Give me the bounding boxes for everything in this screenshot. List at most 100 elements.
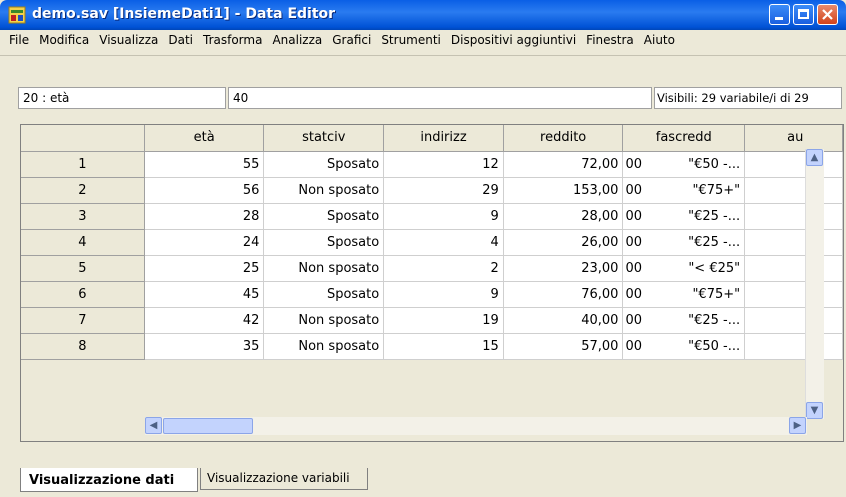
horizontal-scrollbar[interactable]: ◀ ▶ [145, 417, 807, 435]
cell-fascredd[interactable]: 00 "€25 -... [622, 229, 746, 256]
column-header-fascredd[interactable]: fascredd [622, 125, 746, 152]
cell-reddito[interactable]: 28,00 [503, 203, 624, 230]
chevron-down-icon: ▼ [810, 405, 819, 416]
cell-eta[interactable]: 25 [144, 255, 265, 282]
menu-analizza[interactable]: Analizza [267, 30, 327, 47]
cell-reddito[interactable]: 72,00 [503, 151, 624, 178]
scroll-down-button[interactable]: ▼ [806, 402, 823, 419]
cell-indirizz[interactable]: 12 [383, 151, 504, 178]
cell-statciv[interactable]: Non sposato [263, 333, 385, 360]
menu-modifica[interactable]: Modifica [34, 30, 94, 47]
menu-finestra[interactable]: Finestra [581, 30, 639, 47]
cell-indirizz[interactable]: 2 [383, 255, 504, 282]
table-row[interactable]: 6 45 Sposato 9 76,00 00 "€75+" [21, 281, 843, 308]
chevron-left-icon: ◀ [149, 420, 158, 431]
vertical-scrollbar[interactable]: ▲ ▼ [805, 149, 824, 419]
column-header-reddito[interactable]: reddito [503, 125, 624, 152]
cell-eta[interactable]: 45 [144, 281, 265, 308]
cell-reddito[interactable]: 26,00 [503, 229, 624, 256]
cell-fascredd[interactable]: 00 "€25 -... [622, 203, 746, 230]
menu-dati[interactable]: Dati [163, 30, 198, 47]
cell-au[interactable] [744, 177, 843, 204]
cell-fascredd[interactable]: 00 "€75+" [622, 177, 746, 204]
row-header[interactable]: 1 [21, 151, 145, 178]
cell-au[interactable] [744, 333, 843, 360]
cell-indirizz[interactable]: 9 [383, 281, 504, 308]
cell-statciv[interactable]: Sposato [263, 151, 385, 178]
cell-reddito[interactable]: 40,00 [503, 307, 624, 334]
table-row[interactable]: 4 24 Sposato 4 26,00 00 "€25 -... [21, 229, 843, 256]
column-header-eta[interactable]: età [144, 125, 265, 152]
cell-eta[interactable]: 55 [144, 151, 265, 178]
row-header[interactable]: 7 [21, 307, 145, 334]
cell-indirizz[interactable]: 15 [383, 333, 504, 360]
cell-fascredd[interactable]: 00 "< €25" [622, 255, 746, 282]
table-row[interactable]: 8 35 Non sposato 15 57,00 00 "€50 -... [21, 333, 843, 360]
column-header-indirizz[interactable]: indirizz [383, 125, 504, 152]
minimize-button[interactable] [769, 4, 790, 25]
table-row[interactable]: 1 55 Sposato 12 72,00 00 "€50 -... [21, 151, 843, 178]
cell-indirizz[interactable]: 9 [383, 203, 504, 230]
cell-value-editor[interactable]: 40 [228, 87, 652, 109]
fascredd-code: 00 [625, 312, 642, 328]
column-header-au[interactable]: au [744, 125, 843, 152]
menu-trasforma[interactable]: Trasforma [198, 30, 267, 47]
cell-indirizz[interactable]: 4 [383, 229, 504, 256]
cell-au[interactable] [744, 281, 843, 308]
menu-bar: File Modifica Visualizza Dati Trasforma Anali… [4, 30, 842, 52]
cell-fascredd[interactable]: 00 "€50 -... [622, 333, 746, 360]
cell-reddito[interactable]: 153,00 [503, 177, 624, 204]
menu-file[interactable]: File [4, 30, 34, 47]
cell-reddito[interactable]: 23,00 [503, 255, 624, 282]
row-header[interactable]: 3 [21, 203, 145, 230]
scroll-right-button[interactable]: ▶ [789, 417, 806, 434]
cell-indirizz[interactable]: 29 [383, 177, 504, 204]
menu-dispositivi-aggiuntivi[interactable]: Dispositivi aggiuntivi [446, 30, 581, 47]
menu-visualizza[interactable]: Visualizza [94, 30, 163, 47]
scroll-left-button[interactable]: ◀ [145, 417, 162, 434]
maximize-button[interactable] [793, 4, 814, 25]
cell-statciv[interactable]: Sposato [263, 281, 385, 308]
cell-indirizz[interactable]: 19 [383, 307, 504, 334]
cell-reddito[interactable]: 57,00 [503, 333, 624, 360]
column-header-statciv[interactable]: statciv [263, 125, 385, 152]
tab-variable-view[interactable]: Visualizzazione variabili [200, 468, 368, 490]
table-row[interactable]: 7 42 Non sposato 19 40,00 00 "€25 -... [21, 307, 843, 334]
cell-au[interactable] [744, 307, 843, 334]
cell-statciv[interactable]: Non sposato [263, 177, 385, 204]
cell-eta[interactable]: 56 [144, 177, 265, 204]
cell-statciv[interactable]: Sposato [263, 229, 385, 256]
cell-au[interactable] [744, 255, 843, 282]
cell-eta[interactable]: 24 [144, 229, 265, 256]
cell-au[interactable] [744, 229, 843, 256]
menu-aiuto[interactable]: Aiuto [639, 30, 680, 47]
table-row[interactable]: 5 25 Non sposato 2 23,00 00 "< €25" [21, 255, 843, 282]
table-row[interactable]: 3 28 Sposato 9 28,00 00 "€25 -... [21, 203, 843, 230]
scroll-up-button[interactable]: ▲ [806, 149, 823, 166]
cell-eta[interactable]: 42 [144, 307, 265, 334]
row-header[interactable]: 4 [21, 229, 145, 256]
row-header[interactable]: 5 [21, 255, 145, 282]
tab-data-view[interactable]: Visualizzazione dati [20, 468, 198, 492]
cell-reddito[interactable]: 76,00 [503, 281, 624, 308]
menu-strumenti[interactable]: Strumenti [376, 30, 446, 47]
cell-au[interactable] [744, 151, 843, 178]
close-button[interactable] [817, 4, 838, 25]
reddito-value: 76,00 [581, 286, 619, 302]
cell-statciv[interactable]: Sposato [263, 203, 385, 230]
row-header[interactable]: 2 [21, 177, 145, 204]
row-header[interactable]: 6 [21, 281, 145, 308]
cell-fascredd[interactable]: 00 "€50 -... [622, 151, 746, 178]
table-row[interactable]: 2 56 Non sposato 29 153,00 00 "€75+" [21, 177, 843, 204]
corner-header[interactable] [21, 125, 145, 152]
menu-grafici[interactable]: Grafici [327, 30, 376, 47]
horizontal-scroll-thumb[interactable] [163, 418, 253, 434]
row-header[interactable]: 8 [21, 333, 145, 360]
cell-eta[interactable]: 28 [144, 203, 265, 230]
cell-statciv[interactable]: Non sposato [263, 255, 385, 282]
cell-fascredd[interactable]: 00 "€75+" [622, 281, 746, 308]
cell-statciv[interactable]: Non sposato [263, 307, 385, 334]
cell-au[interactable] [744, 203, 843, 230]
cell-eta[interactable]: 35 [144, 333, 265, 360]
cell-fascredd[interactable]: 00 "€25 -... [622, 307, 746, 334]
